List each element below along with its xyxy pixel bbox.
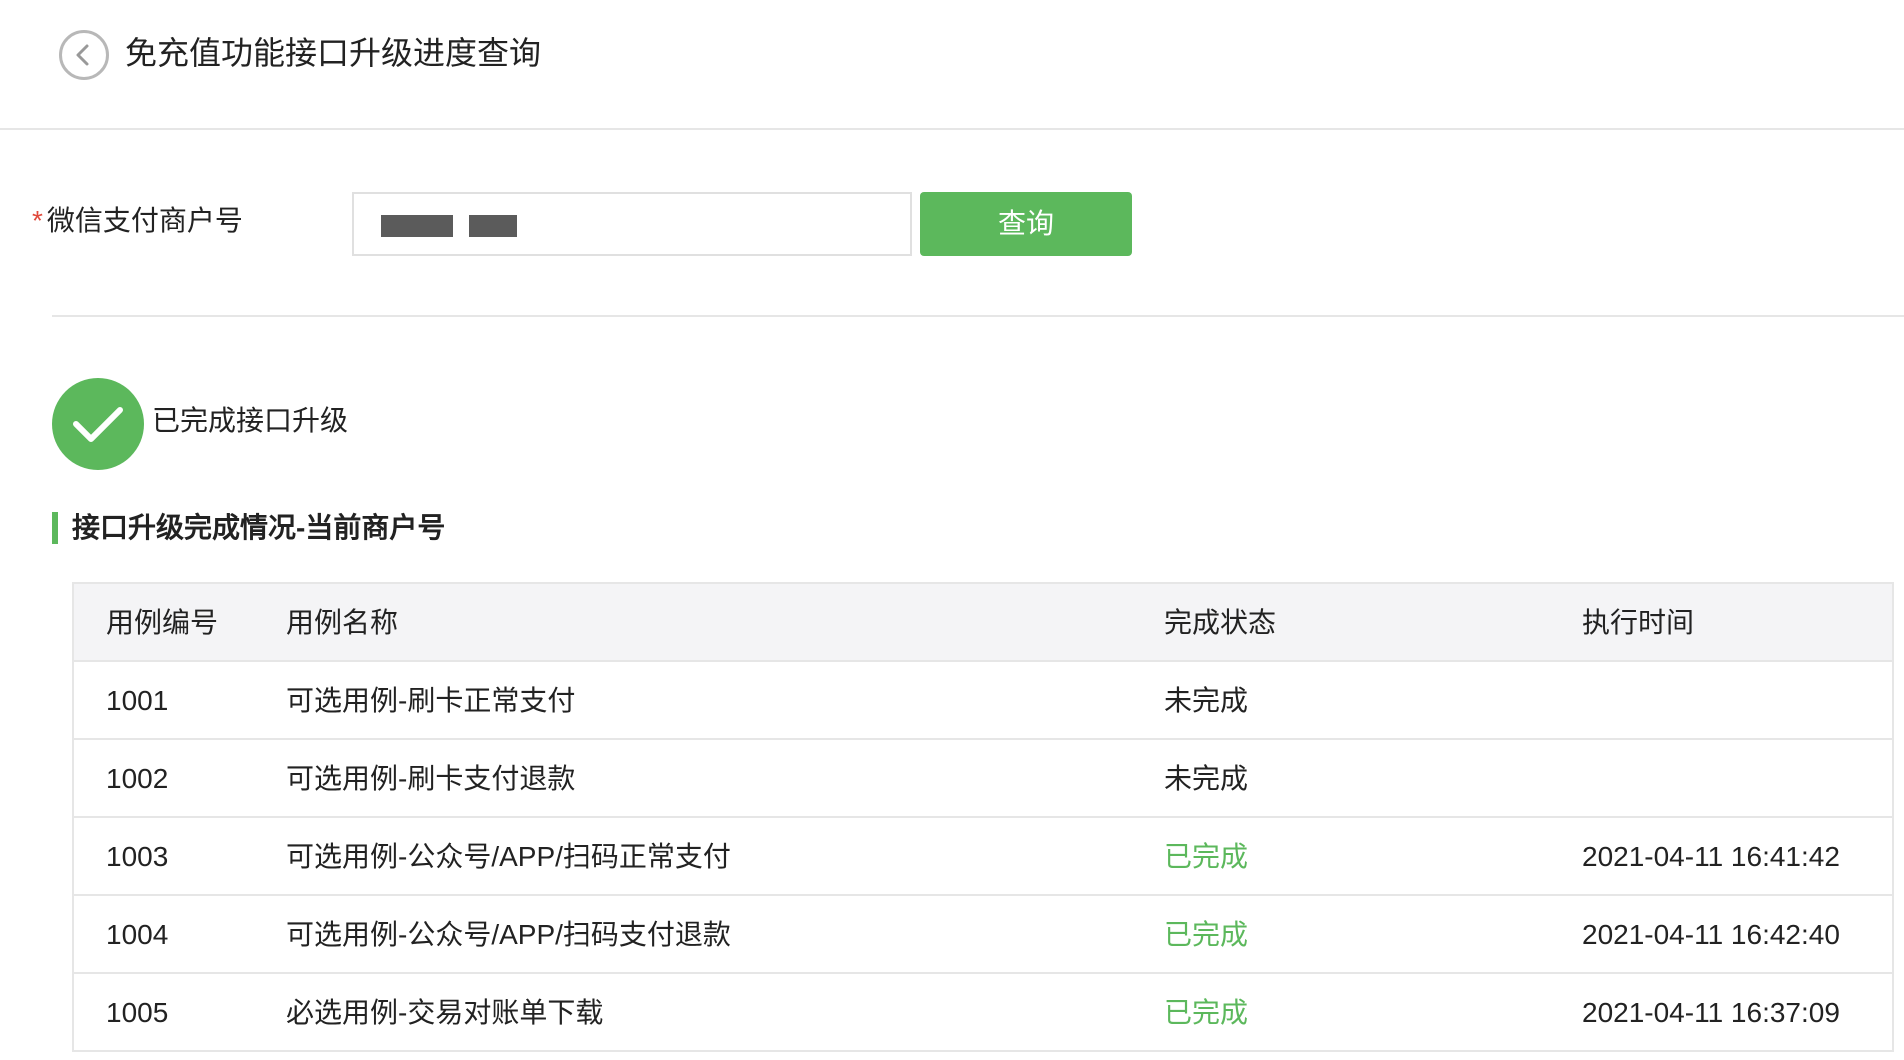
case-status: 未完成: [1164, 763, 1249, 794]
case-id: 1005: [106, 997, 169, 1028]
table-row: 1003 可选用例-公众号/APP/扫码正常支付 已完成 2021-04-11 …: [74, 818, 1892, 896]
required-mark: *: [32, 205, 43, 236]
divider: [52, 315, 1904, 317]
merchant-id-label-text: 微信支付商户号: [46, 205, 243, 236]
case-status: 已完成: [1164, 919, 1249, 950]
table-header-row: 用例编号 用例名称 完成状态 执行时间: [74, 584, 1892, 662]
header-case-id: 用例编号: [106, 607, 219, 638]
case-id: 1004: [106, 919, 169, 950]
case-name: 可选用例-公众号/APP/扫码正常支付: [286, 841, 731, 872]
page-title: 免充值功能接口升级进度查询: [125, 35, 542, 71]
case-time: 2021-04-11 16:42:40: [1582, 919, 1840, 950]
query-button[interactable]: 查询: [920, 192, 1132, 256]
case-time: 2021-04-11 16:41:42: [1582, 841, 1840, 872]
case-id: 1003: [106, 841, 169, 872]
chevron-left-icon: [76, 44, 89, 66]
case-status: 未完成: [1164, 685, 1249, 716]
case-name: 可选用例-刷卡支付退款: [286, 763, 576, 794]
case-id: 1002: [106, 763, 169, 794]
table-row: 1002 可选用例-刷卡支付退款 未完成: [74, 740, 1892, 818]
case-id: 1001: [106, 685, 169, 716]
case-table: 用例编号 用例名称 完成状态 执行时间 1001 可选用例-刷卡正常支付 未完成…: [72, 582, 1894, 1052]
check-circle-icon: [52, 378, 144, 470]
case-name: 可选用例-刷卡正常支付: [286, 685, 576, 716]
case-name: 可选用例-公众号/APP/扫码支付退款: [286, 919, 731, 950]
header-status: 完成状态: [1164, 607, 1277, 638]
upgrade-status-text: 已完成接口升级: [152, 405, 349, 436]
table-row: 1001 可选用例-刷卡正常支付 未完成: [74, 662, 1892, 740]
table-row: 1004 可选用例-公众号/APP/扫码支付退款 已完成 2021-04-11 …: [74, 896, 1892, 974]
header-case-name: 用例名称: [286, 607, 399, 638]
section-title: 接口升级完成情况-当前商户号: [52, 512, 445, 544]
merchant-id-input[interactable]: [352, 192, 912, 256]
case-name: 必选用例-交易对账单下载: [286, 997, 604, 1028]
case-time: 2021-04-11 16:37:09: [1582, 997, 1840, 1028]
page-header: 免充值功能接口升级进度查询: [0, 0, 1904, 130]
back-button[interactable]: [59, 30, 109, 80]
header-exec-time: 执行时间: [1582, 607, 1695, 638]
case-status: 已完成: [1164, 997, 1249, 1028]
merchant-id-label: * 微信支付商户号: [32, 201, 243, 241]
case-status: 已完成: [1164, 841, 1249, 872]
table-row: 1005 必选用例-交易对账单下载 已完成 2021-04-11 16:37:0…: [74, 974, 1892, 1052]
